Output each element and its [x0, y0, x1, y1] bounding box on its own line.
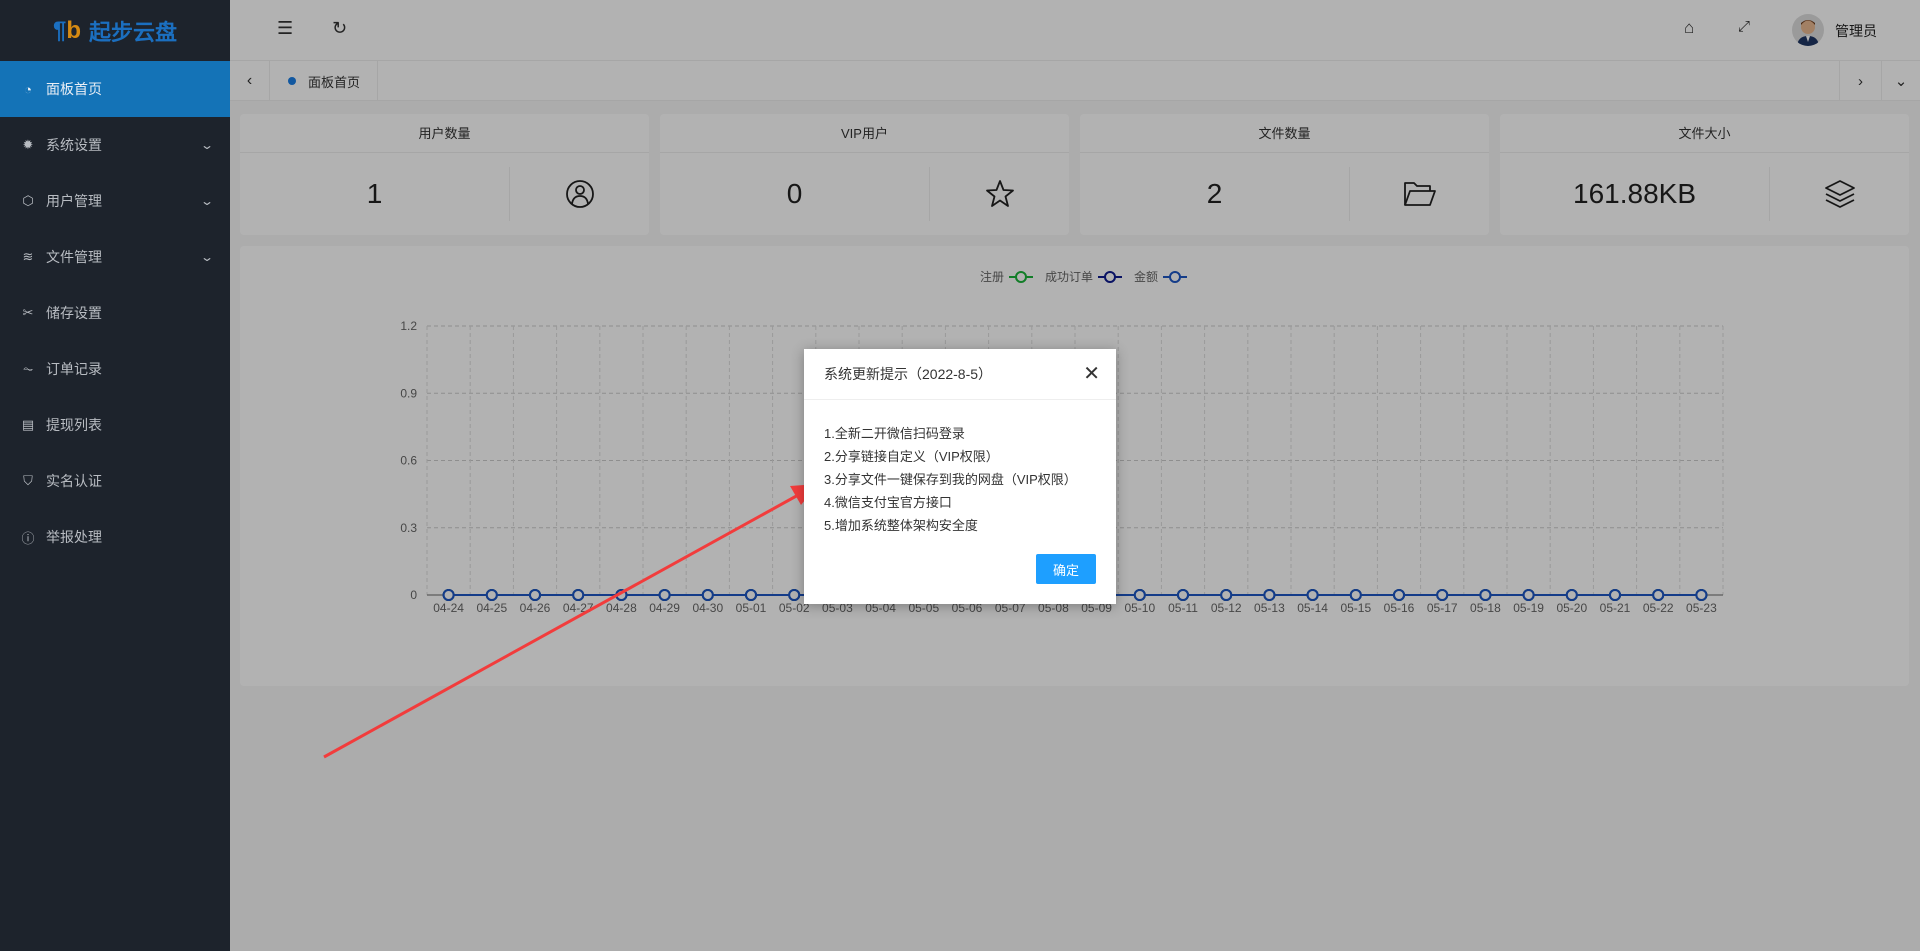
- update-item: 5.增加系统整体架构安全度: [824, 518, 978, 533]
- update-item: 4.微信支付宝官方接口: [824, 495, 952, 510]
- sidebar-item-4[interactable]: ✂ 储存设置: [0, 285, 230, 341]
- layers-icon: ≋: [22, 249, 34, 264]
- confirm-button[interactable]: 确定: [1036, 554, 1096, 584]
- close-icon[interactable]: ✕: [1083, 361, 1100, 386]
- sidebar-item-7[interactable]: ⛉ 实名认证: [0, 453, 230, 509]
- sidebar-item-3[interactable]: ≋ 文件管理 ⌄: [0, 229, 230, 285]
- clipboard-icon: ▤: [21, 417, 35, 432]
- sidebar: ¶ b 起步云盘 ◔ 面板首页 ✹ 系统设置 ⌄ ⬡ 用户管理 ⌄ ≋ 文件管理 ⌄ ✂ 储存设置 ⏦ 订单记…: [0, 0, 230, 951]
- logo: ¶ b 起步云盘: [0, 0, 230, 61]
- sidebar-item-label: 举报处理: [46, 529, 102, 545]
- sidebar-item-label: 系统设置: [46, 137, 102, 153]
- sidebar-item-6[interactable]: ▤ 提现列表: [0, 397, 230, 453]
- shield-check-icon: ⛉: [23, 473, 33, 488]
- sidebar-item-label: 文件管理: [46, 249, 102, 265]
- sidebar-item-1[interactable]: ✹ 系统设置 ⌄: [0, 117, 230, 173]
- sidebar-item-label: 面板首页: [46, 81, 102, 97]
- chevron-down-icon: ⌄: [199, 250, 215, 264]
- chevron-down-icon: ⌄: [199, 138, 215, 152]
- cube-icon: ⬡: [22, 193, 34, 208]
- sidebar-item-0[interactable]: ◔ 面板首页: [0, 61, 230, 117]
- sidebar-item-2[interactable]: ⬡ 用户管理 ⌄: [0, 173, 230, 229]
- sidebar-item-5[interactable]: ⏦ 订单记录: [0, 341, 230, 397]
- sidebar-item-8[interactable]: ⓘ 举报处理: [0, 509, 230, 565]
- dialog-body: 1.全新二开微信扫码登录 2.分享链接自定义（VIP权限） 3.分享文件一键保存到我…: [804, 400, 1116, 537]
- info-icon: ⓘ: [21, 530, 35, 546]
- update-item: 1.全新二开微信扫码登录: [824, 426, 965, 441]
- sidebar-item-label: 用户管理: [46, 193, 102, 209]
- sidebar-item-label: 提现列表: [46, 417, 102, 433]
- tools-icon: ✂: [22, 305, 34, 320]
- sidebar-item-label: 实名认证: [46, 473, 102, 489]
- sidebar-item-label: 订单记录: [46, 361, 102, 377]
- sidebar-item-label: 储存设置: [46, 305, 102, 321]
- update-item: 3.分享文件一键保存到我的网盘（VIP权限）: [824, 472, 1077, 487]
- gear-icon: ✹: [22, 137, 34, 152]
- brand-name: 起步云盘: [89, 19, 178, 45]
- dashboard-icon: ◔: [24, 81, 32, 97]
- pulse-icon: ⏦: [22, 361, 34, 376]
- chevron-down-icon: ⌄: [199, 194, 215, 208]
- logo-mark: ¶ b: [52, 16, 81, 44]
- update-dialog: 系统更新提示（2022-8-5） ✕ 1.全新二开微信扫码登录 2.分享链接自定义…: [804, 349, 1116, 604]
- update-item: 2.分享链接自定义（VIP权限）: [824, 449, 999, 464]
- dialog-title: 系统更新提示（2022-8-5）: [804, 349, 1116, 400]
